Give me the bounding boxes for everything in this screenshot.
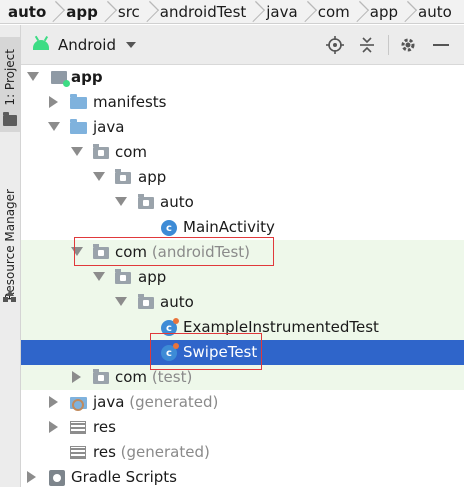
tree-label: app [138,268,167,286]
package-icon [93,144,109,159]
folder-name: res [93,443,116,461]
tree-row-com-androidtest[interactable]: com (androidTest) [21,240,464,265]
tree-row-swipetest[interactable]: c SwipeTest [21,340,464,365]
folder-name: java [93,393,125,411]
folder-icon [70,119,87,134]
tree-row-res[interactable]: res [21,415,464,440]
minimize-icon[interactable] [431,35,451,55]
header-divider [388,35,389,55]
tree-row-app-test-package[interactable]: app [21,265,464,290]
resource-manager-icon[interactable] [3,288,17,302]
breadcrumb-item-androidtest[interactable]: androidTest [152,0,250,23]
tree-row-app-module[interactable]: app [21,65,464,90]
test-class-icon: c [161,318,179,336]
chevron-right-icon [144,0,152,23]
tree-row-java[interactable]: java [21,115,464,140]
collapse-arrow-icon[interactable] [49,396,58,408]
chevron-right-icon [402,0,410,23]
generated-suffix: (generated) [129,393,219,411]
tree-label: manifests [93,93,167,111]
view-selector[interactable]: Android [58,36,116,54]
tree-row-exampleinstrumentedtest[interactable]: c ExampleInstrumentedTest [21,315,464,340]
source-set-suffix: (test) [151,368,193,386]
tree-label: Gradle Scripts [71,468,177,486]
tree-label: res [93,418,116,436]
resource-folder-icon [70,446,86,459]
tree-label: auto [160,293,194,311]
folder-icon [3,112,17,126]
expand-arrow-icon[interactable] [93,172,105,181]
tree-row-manifests[interactable]: manifests [21,90,464,115]
gear-icon[interactable] [398,35,418,55]
expand-arrow-icon[interactable] [115,297,127,306]
package-icon [138,294,154,309]
project-tree: app manifests java com app auto c MainAc… [21,65,464,487]
collapse-all-icon[interactable] [357,35,377,55]
tree-row-auto-package[interactable]: auto [21,190,464,215]
tree-row-gradle-scripts[interactable]: Gradle Scripts [21,465,464,487]
tree-label: java (generated) [93,393,218,411]
tree-label: app [71,68,103,86]
tool-window-strip: 1: Project Resource Manager [0,25,21,487]
tree-label: auto [160,193,194,211]
gradle-icon [49,470,65,486]
breadcrumb-item-auto-2[interactable]: auto [410,0,456,23]
breadcrumb-item-auto[interactable]: auto [0,0,50,23]
expand-arrow-icon[interactable] [71,247,83,256]
collapse-arrow-icon[interactable] [49,421,58,433]
folder-icon [70,94,87,109]
collapse-arrow-icon[interactable] [72,371,81,383]
tree-label: MainActivity [183,218,275,236]
source-set-suffix: (androidTest) [151,243,250,261]
package-name: com [115,243,148,261]
expand-arrow-icon[interactable] [48,122,60,131]
tree-label: com (test) [115,368,192,386]
tree-label: ExampleInstrumentedTest [183,318,379,336]
expand-arrow-icon[interactable] [93,272,105,281]
package-icon [93,369,109,384]
breadcrumb: auto app src androidTest java com app au… [0,0,464,24]
locate-icon[interactable] [325,35,345,55]
package-icon [115,169,131,184]
tree-row-mainactivity[interactable]: c MainActivity [21,215,464,240]
expand-arrow-icon[interactable] [27,72,39,81]
tree-row-com[interactable]: com [21,140,464,165]
tree-label: SwipeTest [183,343,258,361]
tree-row-com-test[interactable]: com (test) [21,365,464,390]
tree-label: res (generated) [93,443,210,461]
chevron-right-icon [354,0,362,23]
tree-row-res-generated[interactable]: res (generated) [21,440,464,465]
resource-folder-icon [70,421,86,434]
collapse-arrow-icon[interactable] [49,96,58,108]
package-icon [138,194,154,209]
tree-label: com [115,143,148,161]
android-icon [33,39,49,50]
chevron-right-icon [50,0,58,23]
package-icon [93,244,109,259]
module-icon [51,71,70,87]
tree-label: java [93,118,125,136]
chevron-right-icon [250,0,258,23]
project-panel-header: Android [21,25,464,65]
generated-folder-icon [70,397,87,411]
generated-suffix: (generated) [120,443,210,461]
tree-row-app-package[interactable]: app [21,165,464,190]
package-name: com [115,368,148,386]
project-tab-label: 1: Project [3,49,17,106]
project-tool-tab[interactable]: 1: Project [0,37,20,132]
resource-manager-label: Resource Manager [3,188,17,301]
tree-row-auto-test-package[interactable]: auto [21,290,464,315]
tree-label: com (androidTest) [115,243,250,261]
package-icon [115,269,131,284]
tree-label: app [138,168,167,186]
collapse-arrow-icon[interactable] [27,471,36,483]
tree-row-java-generated[interactable]: java (generated) [21,390,464,415]
chevron-down-icon[interactable] [126,41,136,48]
expand-arrow-icon[interactable] [115,197,127,206]
expand-arrow-icon[interactable] [71,147,83,156]
chevron-right-icon [102,0,110,23]
chevron-right-icon [302,0,310,23]
test-class-icon: c [161,343,179,361]
class-icon: c [161,220,177,236]
